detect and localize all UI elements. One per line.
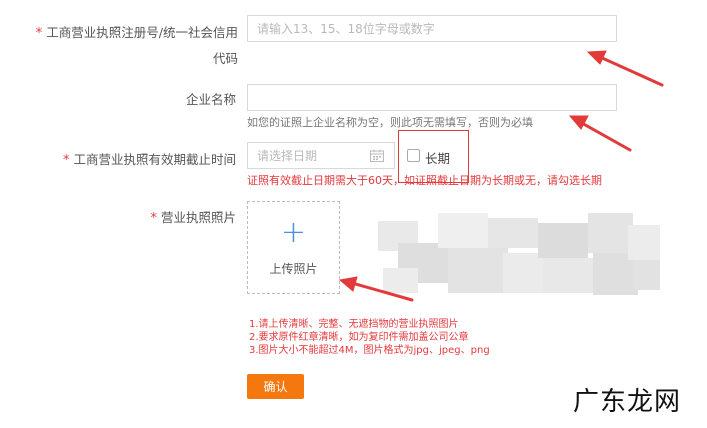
expiry-label: * 工商营业执照有效期截止时间 xyxy=(18,149,236,168)
arrow-annotation xyxy=(338,276,358,292)
long-term-label[interactable]: 长期 xyxy=(425,148,450,167)
plus-icon: + xyxy=(280,215,307,250)
upload-requirements: 1.请上传清晰、完整、无遮挡物的营业执照图片 2.要求原件红章清晰，如为复印件需… xyxy=(249,318,490,357)
reg-no-label-line2: 代码 xyxy=(212,51,238,66)
reg-no-label-line1: 工商营业执照注册号/统一社会信用 xyxy=(46,25,238,40)
expiry-label-text: 工商营业执照有效期截止时间 xyxy=(73,152,236,167)
arrow-annotation xyxy=(586,50,607,65)
photo-label-text: 营业执照照片 xyxy=(160,210,236,225)
upload-label: 上传照片 xyxy=(269,262,318,276)
arrow-annotation xyxy=(578,120,632,152)
reg-no-input[interactable] xyxy=(247,15,617,42)
calendar-icon[interactable] xyxy=(369,148,385,163)
company-name-label: 企业名称 xyxy=(185,92,236,107)
company-name-hint: 如您的证照上企业名称为空，则此项无需填写，否则为必填 xyxy=(247,116,533,129)
required-mark: * xyxy=(150,211,157,226)
requirement-item: 3.图片大小不能超过4M，图片格式为jpg、jpeg、png xyxy=(249,345,490,356)
requirement-item: 2.要求原件红章清晰，如为复印件需加盖公司公章 xyxy=(249,332,469,343)
requirement-item: 1.请上传清晰、完整、无遮挡物的营业执照图片 xyxy=(249,319,459,330)
upload-photo-button[interactable]: + 上传照片 xyxy=(247,201,340,294)
blurred-sample-image xyxy=(378,213,660,301)
company-name-input[interactable] xyxy=(247,84,617,111)
required-mark: * xyxy=(62,153,70,168)
long-term-checkbox[interactable] xyxy=(407,149,420,162)
expiry-hint: 证照有效截止日期需大于60天，如证照截止日期为长期或无，请勾选长期 xyxy=(247,174,602,187)
arrow-annotation xyxy=(568,115,589,130)
reg-no-label: * 工商营业执照注册号/统一社会信用 xyxy=(18,22,238,41)
watermark: 广东龙网 xyxy=(573,387,682,417)
arrow-annotation xyxy=(598,55,664,87)
required-mark: * xyxy=(35,26,43,41)
photo-label: * 营业执照照片 xyxy=(18,207,236,226)
confirm-button[interactable]: 确认 xyxy=(247,374,304,399)
